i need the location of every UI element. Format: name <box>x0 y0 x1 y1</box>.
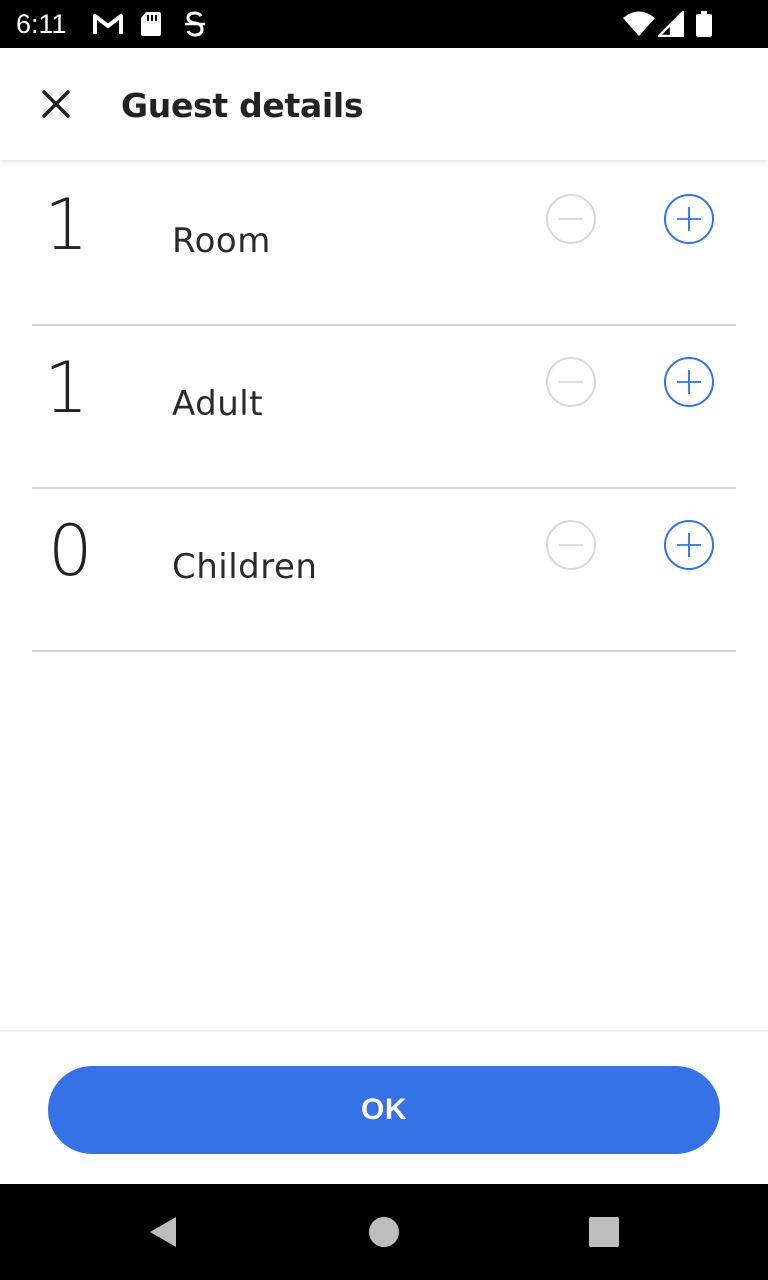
children-increment-button[interactable] <box>664 520 714 570</box>
sd-card-icon <box>141 12 161 36</box>
minus-circle-icon <box>559 544 583 546</box>
children-label: Children <box>172 547 318 587</box>
app-bar: Guest details <box>0 48 768 160</box>
close-button[interactable] <box>24 72 88 136</box>
room-increment-button[interactable] <box>664 194 714 244</box>
children-row: 0 Children <box>32 489 736 652</box>
adult-increment-button[interactable] <box>664 357 714 407</box>
back-button[interactable] <box>142 1212 182 1252</box>
home-button[interactable] <box>364 1212 404 1252</box>
adult-label: Adult <box>172 384 264 424</box>
home-icon <box>369 1217 399 1247</box>
footer: OK <box>0 1030 768 1184</box>
s-app-icon <box>185 11 205 37</box>
room-count: 1 <box>44 184 89 266</box>
adult-count: 1 <box>44 347 89 429</box>
plus-circle-icon <box>677 533 701 557</box>
room-label: Room <box>172 221 271 261</box>
children-count: 0 <box>48 510 93 592</box>
minus-circle-icon <box>559 381 583 383</box>
page-title: Guest details <box>121 86 364 125</box>
back-icon <box>150 1217 176 1247</box>
ok-button[interactable]: OK <box>48 1066 720 1154</box>
room-decrement-button[interactable] <box>546 194 596 244</box>
adult-decrement-button[interactable] <box>546 357 596 407</box>
gmail-icon <box>93 14 123 34</box>
status-bar: 6:11 <box>0 0 768 48</box>
children-decrement-button[interactable] <box>546 520 596 570</box>
plus-circle-icon <box>677 207 701 231</box>
adult-row: 1 Adult <box>32 326 736 489</box>
signal-icon <box>658 11 684 37</box>
recents-icon <box>589 1217 619 1247</box>
status-time: 6:11 <box>16 9 67 39</box>
minus-circle-icon <box>559 218 583 220</box>
battery-icon <box>696 11 712 37</box>
wifi-icon <box>623 11 655 36</box>
room-row: 1 Room <box>32 163 736 326</box>
close-icon <box>42 90 70 118</box>
recents-button[interactable] <box>584 1212 624 1252</box>
navigation-bar <box>0 1184 768 1280</box>
plus-circle-icon <box>677 370 701 394</box>
